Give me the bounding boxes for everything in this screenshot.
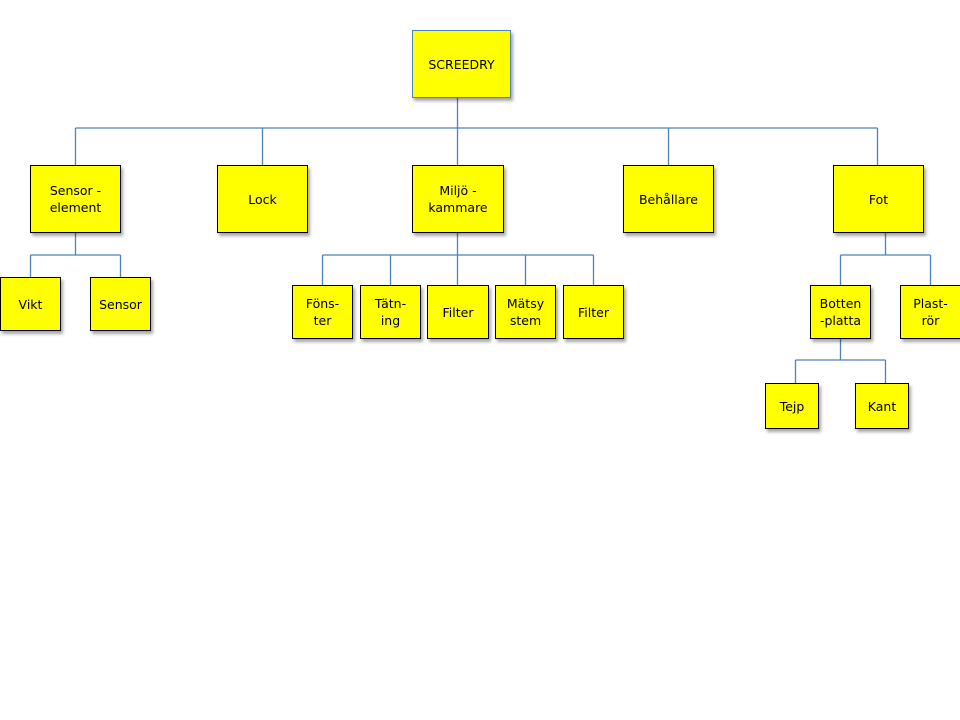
node-kant: Kant [855,383,909,429]
node-filter-2: Filter [563,285,624,339]
node-filter-1: Filter [427,285,489,339]
node-tatning: Tätn- ing [360,285,421,339]
connector-root [74,97,879,165]
node-sensor: Sensor [90,277,151,331]
node-screedry: SCREEDRY [412,30,511,98]
node-behallare: Behållare [623,165,714,233]
node-tejp: Tejp [765,383,819,429]
node-sensorelement: Sensor - element [30,165,121,233]
connector-fot [839,232,932,285]
node-bottenplatta: Botten -platta [810,285,871,339]
node-plastror: Plast- rör [900,285,960,339]
node-fonster: Föns- ter [292,285,353,339]
node-lock: Lock [217,165,308,233]
node-matsystem: Mätsy stem [495,285,556,339]
node-fot: Fot [833,165,924,233]
connector-lines [29,97,932,383]
node-vikt: Vikt [0,277,61,331]
connector-sensor [29,232,122,277]
connector-botten [794,338,887,383]
connector-miljo [321,232,595,285]
node-miljokammare: Miljö - kammare [412,165,504,233]
